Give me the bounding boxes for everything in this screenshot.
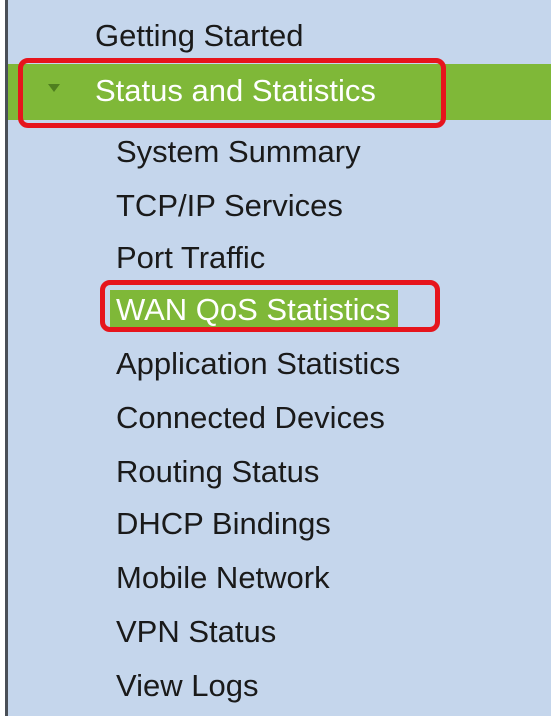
nav-item-port-traffic[interactable]: Port Traffic: [8, 232, 551, 284]
nav-item-routing-status[interactable]: Routing Status: [8, 446, 551, 498]
nav-item-view-logs[interactable]: View Logs: [8, 660, 551, 712]
nav-item-getting-started[interactable]: Getting Started: [8, 10, 551, 62]
nav-item-vpn-status[interactable]: VPN Status: [8, 606, 551, 658]
nav-item-mobile-network[interactable]: Mobile Network: [8, 552, 551, 604]
nav-item-label: Routing Status: [116, 454, 320, 489]
nav-item-tcp-ip-services[interactable]: TCP/IP Services: [8, 180, 551, 232]
nav-item-label: Application Statistics: [116, 346, 401, 381]
nav-item-label: System Summary: [116, 134, 361, 169]
nav-item-label: Connected Devices: [116, 400, 385, 435]
nav-section-label: Status and Statistics: [95, 73, 376, 108]
triangle-down-icon: [48, 84, 60, 92]
nav-item-label: DHCP Bindings: [116, 506, 331, 541]
nav-item-label: TCP/IP Services: [116, 188, 343, 223]
nav-item-wan-qos-statistics[interactable]: WAN QoS Statistics: [8, 284, 551, 336]
nav-section-status-and-statistics[interactable]: Status and Statistics: [8, 64, 551, 120]
nav-item-label: Getting Started: [95, 18, 304, 53]
nav-item-label: View Logs: [116, 668, 259, 703]
nav-item-system-summary[interactable]: System Summary: [8, 126, 551, 178]
nav-item-dhcp-bindings[interactable]: DHCP Bindings: [8, 498, 551, 550]
nav-item-label: Port Traffic: [116, 240, 266, 275]
nav-item-label: Mobile Network: [116, 560, 330, 595]
nav-item-label-selected: WAN QoS Statistics: [110, 290, 399, 330]
nav-item-connected-devices[interactable]: Connected Devices: [8, 392, 551, 444]
nav-item-label: VPN Status: [116, 614, 277, 649]
navigation-panel: Getting Started Status and Statistics Sy…: [5, 0, 551, 716]
nav-item-application-statistics[interactable]: Application Statistics: [8, 338, 551, 390]
